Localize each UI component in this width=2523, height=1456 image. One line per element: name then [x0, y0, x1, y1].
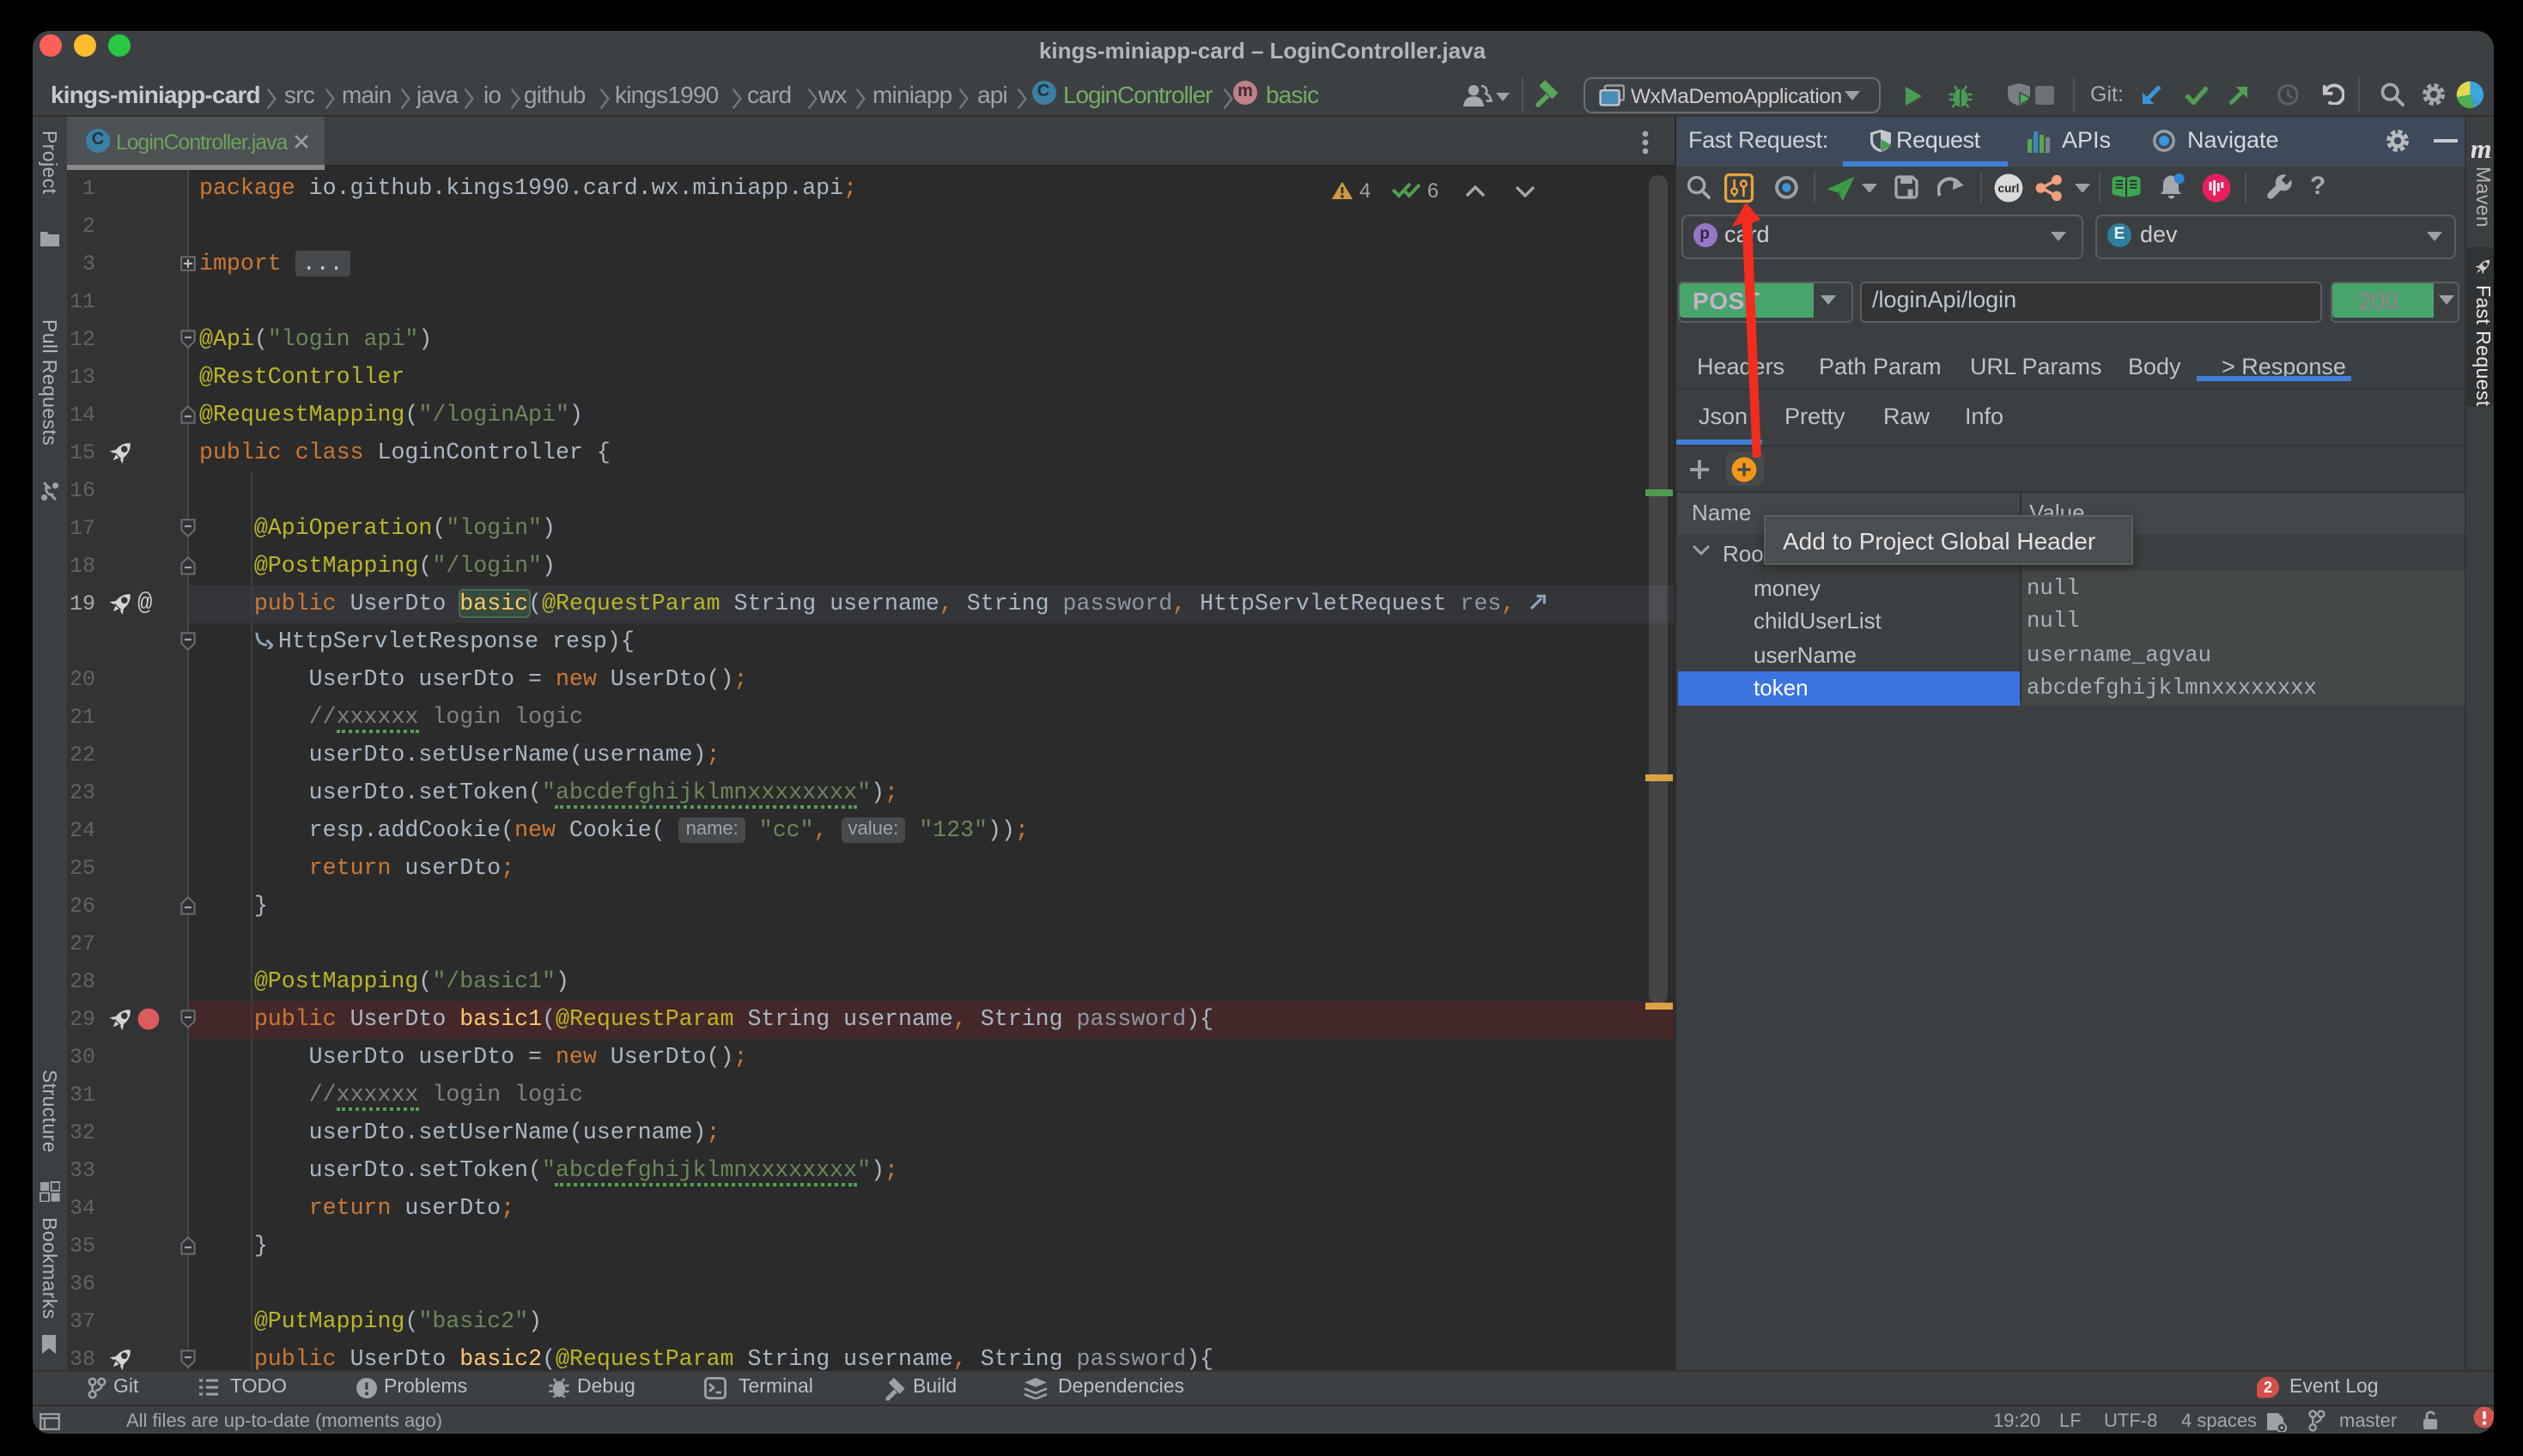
- svg-text:2: 2: [2264, 1379, 2272, 1396]
- svg-text:curl: curl: [1997, 182, 2019, 195]
- svg-text:m: m: [2471, 136, 2490, 159]
